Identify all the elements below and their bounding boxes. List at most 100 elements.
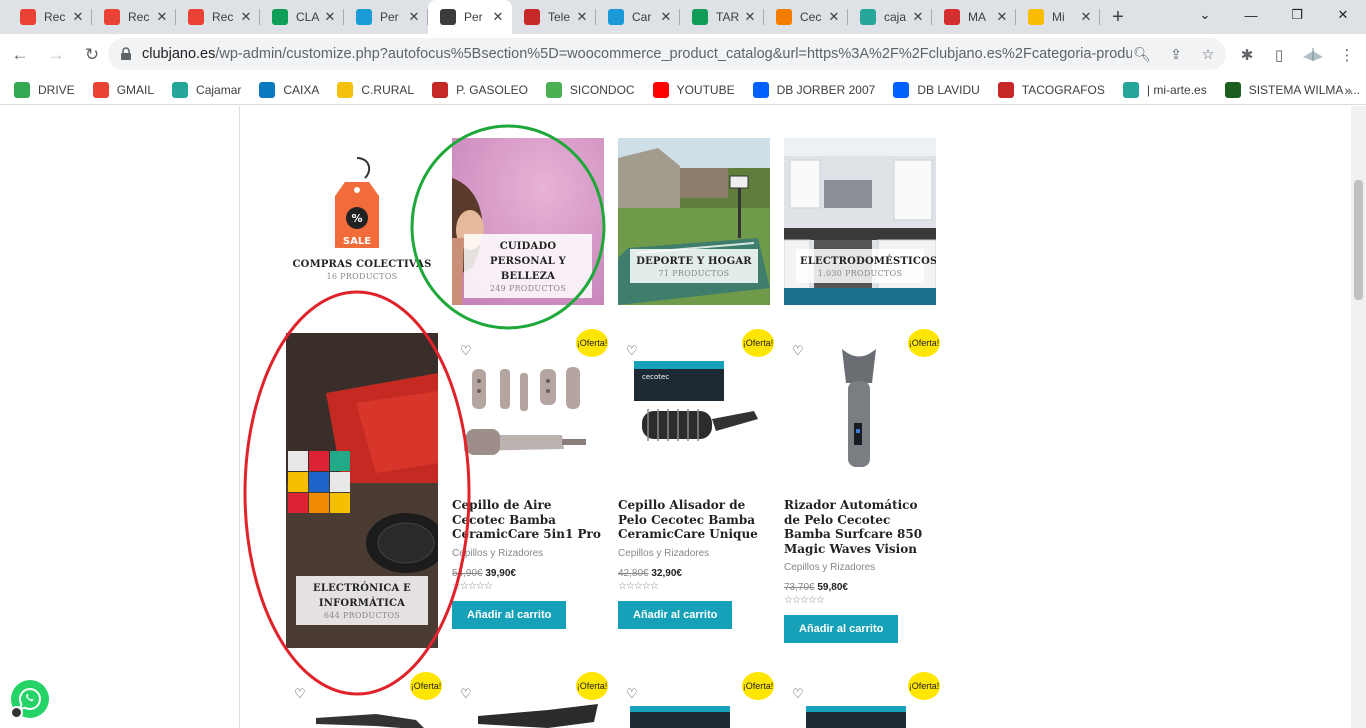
tab-search-icon[interactable]: ⌄ (1182, 0, 1228, 30)
bookmark-item[interactable]: SICONDOC (545, 81, 635, 98)
share-icon[interactable]: ⇪ (1166, 44, 1186, 64)
close-tab-icon[interactable]: ✕ (322, 9, 338, 25)
rating-stars-icon: ☆☆☆☆☆ (618, 580, 659, 592)
sale-price: 59,80€ (817, 582, 848, 593)
close-tab-icon[interactable]: ✕ (910, 9, 926, 25)
bookmark-item[interactable]: P. GASOLEO (432, 81, 528, 98)
wishlist-heart-icon[interactable]: ♡ (792, 343, 804, 359)
browser-tab[interactable]: Rec ✕ (8, 0, 92, 34)
bookmark-star-icon[interactable]: ☆ (1198, 44, 1218, 64)
rating-stars-icon: ☆☆☆☆☆ (452, 580, 493, 592)
add-to-cart-button[interactable]: Añadir al carrito (618, 600, 733, 629)
product-price: 73,70€ 59,80€ (784, 582, 936, 593)
product-title[interactable]: Cepillo Alisador de Pelo Cecotec Bamba C… (618, 498, 770, 542)
side-panel-icon[interactable]: ▯ (1268, 44, 1290, 66)
menu-icon[interactable]: ⋮ (1336, 44, 1358, 66)
more-bookmarks-icon[interactable]: » (1344, 82, 1352, 98)
browser-tab[interactable]: Per ✕ (344, 0, 428, 34)
product-title[interactable]: Cepillo de Aire Cecotec Bamba CeramicCar… (452, 498, 604, 542)
browser-tab[interactable]: Rec ✕ (176, 0, 260, 34)
browser-tab[interactable]: CLA ✕ (260, 0, 344, 34)
browser-tab[interactable]: Per ✕ (428, 0, 512, 34)
bookmarks-bar: DRIVE GMAIL Cajamar CAIXA C.RURAL P. GASOLEO S… (0, 75, 1366, 105)
bookmark-item[interactable]: | mi-arte.es (1122, 81, 1207, 98)
bookmark-item[interactable]: C.RURAL (337, 81, 414, 98)
browser-tab[interactable]: Tele ✕ (512, 0, 596, 34)
category-deporte-hogar[interactable]: DEPORTE Y HOGAR 71 PRODUCTOS (618, 138, 770, 305)
browser-tab[interactable]: Mi ✕ (1016, 0, 1100, 34)
category-compras-colectivas[interactable]: % SALE COMPRAS COLECTIVAS 16 PRODUCTOS (286, 138, 438, 305)
wishlist-heart-icon[interactable]: ♡ (460, 343, 472, 359)
product-title[interactable]: Rizador Automático de Pelo Cecotec Bamba… (784, 498, 936, 556)
browser-tab[interactable]: Rec ✕ (92, 0, 176, 34)
extensions-icon[interactable]: ✱ (1236, 44, 1258, 66)
product-category[interactable]: Cepillos y Rizadores (618, 548, 770, 559)
browser-tab[interactable]: MA ✕ (932, 0, 1016, 34)
category-electrodomesticos[interactable]: ELECTRODOMÉSTICOS 1.030 PRODUCTOS (784, 138, 936, 305)
zoom-icon[interactable]: 🔍︎ (1132, 44, 1152, 64)
play-icon[interactable] (10, 706, 23, 719)
close-tab-icon[interactable]: ✕ (742, 9, 758, 25)
add-to-cart-button[interactable]: Añadir al carrito (784, 615, 899, 643)
new-tab-button[interactable]: + (1100, 0, 1136, 34)
bookmark-item[interactable]: DB LAVIDU (893, 81, 980, 98)
product-category[interactable]: Cepillos y Rizadores (784, 562, 936, 573)
wishlist-heart-icon[interactable]: ♡ (294, 686, 306, 702)
forward-button[interactable]: → (40, 39, 72, 71)
wishlist-heart-icon[interactable]: ♡ (460, 686, 472, 702)
wishlist-heart-icon[interactable]: ♡ (626, 686, 638, 702)
scrollbar-thumb[interactable] (1354, 180, 1363, 300)
bookmark-item[interactable]: YOUTUBE (652, 81, 735, 98)
minimize-button[interactable]: — (1228, 0, 1274, 30)
bookmark-label: P. GASOLEO (456, 82, 528, 97)
close-tab-icon[interactable]: ✕ (490, 9, 506, 25)
browser-tab[interactable]: TAR ✕ (680, 0, 764, 34)
address-bar[interactable]: clubjano.es/wp-admin/customize.php?autof… (108, 38, 1226, 70)
close-tab-icon[interactable]: ✕ (70, 9, 86, 25)
browser-tab[interactable]: Car ✕ (596, 0, 680, 34)
add-to-cart-button[interactable]: Añadir al carrito (452, 600, 567, 629)
restore-button[interactable]: ❐ (1274, 0, 1320, 30)
lock-icon (120, 47, 134, 61)
product-price: 54,90€ 39,90€ (452, 568, 604, 579)
bookmark-item[interactable]: GMAIL (92, 81, 154, 98)
wishlist-heart-icon[interactable]: ♡ (792, 686, 804, 702)
close-tab-icon[interactable]: ✕ (154, 9, 170, 25)
product-card: ♡ ¡Oferta! (452, 672, 608, 728)
close-tab-icon[interactable]: ✕ (994, 9, 1010, 25)
close-tab-icon[interactable]: ✕ (238, 9, 254, 25)
old-price: 42,80€ (618, 567, 649, 579)
close-tab-icon[interactable]: ✕ (574, 9, 590, 25)
old-price: 73,70€ (784, 582, 815, 593)
close-tab-icon[interactable]: ✕ (406, 9, 422, 25)
close-tab-icon[interactable]: ✕ (1078, 9, 1094, 25)
tab-title: Per (380, 10, 399, 24)
close-tab-icon[interactable]: ✕ (658, 9, 674, 25)
profile-avatar[interactable] (1300, 44, 1326, 66)
globe-icon (356, 9, 372, 25)
browser-tab[interactable]: Cec ✕ (764, 0, 848, 34)
bookmark-item[interactable]: DRIVE (14, 81, 75, 98)
bookmark-item[interactable]: Cajamar (172, 81, 241, 98)
bookmark-item[interactable]: CAIXA (259, 81, 320, 98)
bookmark-label: SICONDOC (569, 82, 635, 97)
bookmark-item[interactable]: SISTEMA WILMA -... (1224, 81, 1360, 98)
bookmark-icon (997, 81, 1014, 98)
browser-tab[interactable]: caja ✕ (848, 0, 932, 34)
category-name: DEPORTE Y HOGAR (636, 256, 752, 267)
page-scrollbar[interactable] (1351, 106, 1366, 728)
back-button[interactable]: ← (4, 39, 36, 71)
bookmark-item[interactable]: TACOGRAFOS (997, 81, 1105, 98)
category-cuidado-personal[interactable]: CUIDADO PERSONAL Y BELLEZA 249 PRODUCTOS (452, 138, 604, 305)
bookmark-label: CAIXA (283, 82, 320, 97)
close-window-button[interactable]: ✕ (1320, 0, 1366, 30)
gmail-icon (20, 9, 36, 25)
close-tab-icon[interactable]: ✕ (826, 9, 842, 25)
reload-button[interactable]: ↻ (76, 39, 108, 71)
bookmark-item[interactable]: DB JORBER 2007 (752, 81, 875, 98)
product-category[interactable]: Cepillos y Rizadores (452, 548, 604, 559)
category-count: 1.030 PRODUCTOS (817, 269, 903, 278)
sale-badge: ¡Oferta! (576, 672, 608, 700)
category-electronica-informatica[interactable]: ELECTRÓNICA E INFORMÁTICA 644 PRODUCTOS (286, 333, 438, 648)
bookmark-icon (1224, 81, 1241, 98)
